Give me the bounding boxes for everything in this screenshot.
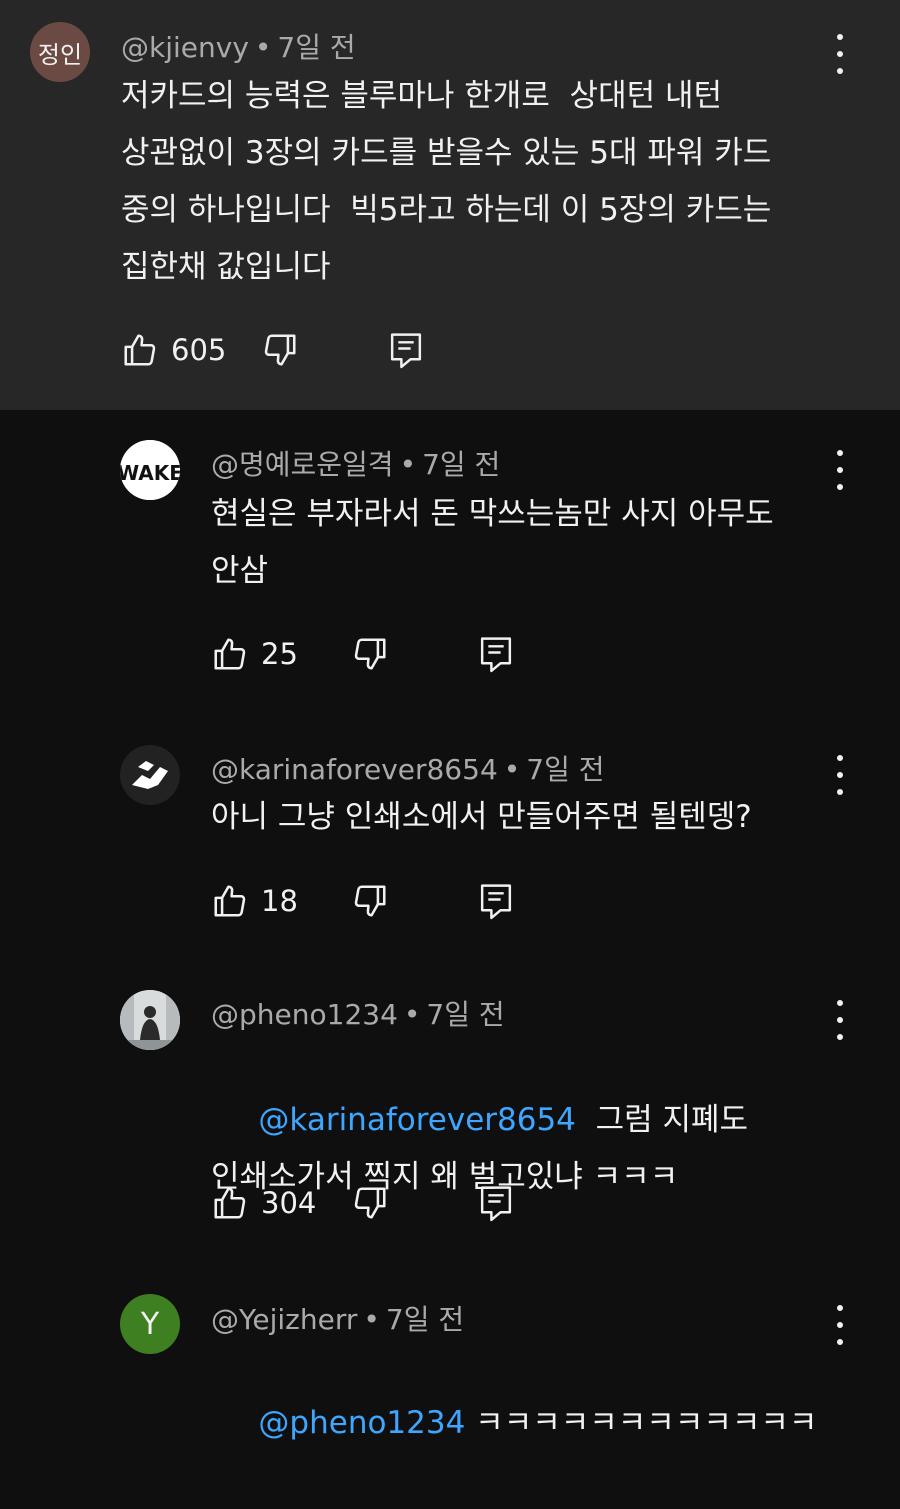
person-photo-icon (120, 990, 180, 1050)
avatar[interactable] (120, 990, 180, 1050)
mention-link[interactable]: @karinaforever8654 (258, 1102, 575, 1138)
reply-button[interactable] (477, 1183, 515, 1223)
reply-comment: @karinaforever8654 • 7일 전 아니 그냥 인쇄소에서 만들어주… (0, 715, 900, 965)
comment-actions: 25 (211, 634, 541, 674)
comment-text: 저카드의 능력은 블루마나 한개로 상대턴 내턴 상관없이 3장의 카드를 받을… (121, 78, 772, 285)
comment-icon (480, 1186, 512, 1222)
thumbs-up-icon (214, 638, 246, 670)
dislike-button[interactable] (351, 634, 389, 674)
reply-button[interactable] (477, 634, 515, 674)
comment-meta: @Yejizherr • 7일 전 (211, 1298, 464, 1338)
timestamp[interactable]: 7일 전 (526, 753, 604, 786)
author-name[interactable]: @kjienvy (121, 31, 249, 64)
wake-logo-icon: WAKE (120, 440, 180, 500)
avatar[interactable]: WAKE (120, 440, 180, 500)
reply-button[interactable] (477, 881, 515, 921)
comment-text: 현실은 부자라서 돈 막쓰는놈만 사지 아무도 안삼 (211, 496, 774, 589)
separator: • (254, 31, 272, 64)
thumbs-down-icon (354, 1187, 386, 1219)
thumbs-down-icon (354, 885, 386, 917)
more-options-button[interactable] (830, 1000, 850, 1040)
like-button[interactable]: 18 (211, 881, 298, 921)
reply-comment: @pheno1234 • 7일 전 @karinaforever8654 그럼 지폐… (0, 965, 900, 1265)
comment-text-part: 그럼 지폐도 (575, 1102, 749, 1138)
comment-meta: @pheno1234 • 7일 전 (211, 993, 505, 1033)
reply-button[interactable] (387, 330, 425, 370)
author-name[interactable]: @Yejizherr (211, 1303, 357, 1336)
thumbs-up-icon (124, 334, 156, 366)
thumbs-up-icon (214, 885, 246, 917)
like-count: 18 (261, 884, 298, 918)
timestamp[interactable]: 7일 전 (422, 448, 500, 481)
like-button[interactable]: 304 (211, 1183, 316, 1223)
comment-text: @pheno1234 ㅋㅋㅋㅋㅋㅋㅋㅋㅋㅋㅋㅋ (211, 1338, 861, 1509)
reply-comment: Y @Yejizherr • 7일 전 @pheno1234 ㅋㅋㅋㅋㅋㅋㅋㅋㅋㅋㅋ… (0, 1270, 900, 1441)
like-button[interactable]: 605 (121, 330, 226, 370)
separator: • (363, 1303, 380, 1336)
dislike-button[interactable] (351, 1183, 389, 1223)
more-options-button[interactable] (830, 755, 850, 795)
timestamp[interactable]: 7일 전 (386, 1303, 464, 1336)
like-button[interactable]: 25 (211, 634, 298, 674)
comment-text: 아니 그냥 인쇄소에서 만들어주면 될텐뎅? (211, 799, 752, 835)
comment-thread-top: 정인 @kjienvy • 7일 전 저카드의 능력은 블루마나 한개로 상대턴 내… (0, 0, 900, 410)
comment-text: @karinaforever8654 그럼 지폐도 인쇄소가서 찍지 왜 벌고있냐… (211, 1035, 831, 1263)
dislike-button[interactable] (261, 330, 299, 370)
avatar[interactable] (120, 745, 180, 805)
comment-meta: @kjienvy • 7일 전 (121, 26, 356, 66)
separator: • (399, 448, 417, 481)
comment-icon (480, 884, 512, 920)
author-name[interactable]: @pheno1234 (211, 998, 398, 1031)
thumbs-down-icon (354, 638, 386, 670)
thumbs-up-icon (214, 1187, 246, 1219)
more-options-button[interactable] (830, 450, 850, 490)
like-count: 605 (171, 333, 227, 367)
comment-text-part: ㅋㅋㅋㅋㅋㅋㅋㅋㅋㅋㅋㅋ (465, 1405, 818, 1441)
comment-actions: 605 (121, 330, 451, 370)
timestamp[interactable]: 7일 전 (426, 998, 504, 1031)
separator: • (503, 753, 521, 786)
comment-meta: @명예로운일격 • 7일 전 (211, 443, 500, 483)
mention-link[interactable]: @pheno1234 (258, 1405, 465, 1441)
handshake-logo-icon (120, 745, 180, 805)
comment-actions: 304 (211, 1183, 541, 1223)
avatar[interactable]: 정인 (30, 22, 90, 82)
comment-actions: 18 (211, 881, 541, 921)
comment-meta: @karinaforever8654 • 7일 전 (211, 748, 605, 788)
comment-icon (390, 333, 422, 369)
comment-icon (480, 637, 512, 673)
dislike-button[interactable] (351, 881, 389, 921)
reply-comment: WAKE @명예로운일격 • 7일 전 현실은 부자라서 돈 막쓰는놈만 사지 아무… (0, 410, 900, 700)
thumbs-down-icon (264, 334, 296, 366)
like-count: 25 (261, 637, 298, 671)
author-name[interactable]: @karinaforever8654 (211, 753, 498, 786)
author-name[interactable]: @명예로운일격 (211, 448, 394, 481)
timestamp[interactable]: 7일 전 (277, 31, 355, 64)
svg-text:WAKE: WAKE (120, 461, 180, 485)
avatar[interactable]: Y (120, 1294, 180, 1354)
like-count: 304 (261, 1186, 317, 1220)
separator: • (403, 998, 421, 1031)
